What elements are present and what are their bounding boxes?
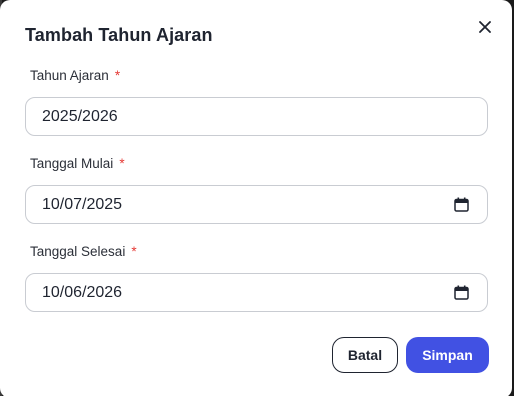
required-mark: * xyxy=(119,156,125,171)
tanggal-selesai-date-input[interactable]: 10/06/2026 xyxy=(25,273,488,312)
add-academic-year-modal: Tambah Tahun Ajaran Tahun Ajaran * 2025/2… xyxy=(0,0,512,396)
modal-title: Tambah Tahun Ajaran xyxy=(25,25,213,45)
close-icon xyxy=(479,21,491,33)
required-mark: * xyxy=(131,244,137,259)
tanggal-selesai-value: 10/06/2026 xyxy=(42,283,123,301)
tahun-ajaran-label-text: Tahun Ajaran xyxy=(30,68,109,83)
calendar-icon[interactable] xyxy=(454,197,469,212)
close-button[interactable] xyxy=(475,17,495,37)
tanggal-selesai-label-text: Tanggal Selesai xyxy=(30,244,126,259)
save-button[interactable]: Simpan xyxy=(406,337,489,373)
tahun-ajaran-label: Tahun Ajaran * xyxy=(30,68,120,83)
tanggal-mulai-date-input[interactable]: 10/07/2025 xyxy=(25,185,488,224)
tanggal-mulai-value: 10/07/2025 xyxy=(42,195,123,213)
cancel-button[interactable]: Batal xyxy=(332,337,398,373)
required-mark: * xyxy=(114,68,121,83)
calendar-icon[interactable] xyxy=(454,285,469,300)
tanggal-mulai-label: Tanggal Mulai * xyxy=(30,156,125,171)
tanggal-selesai-label: Tanggal Selesai * xyxy=(30,244,137,259)
tahun-ajaran-input[interactable]: 2025/2026 xyxy=(25,97,488,136)
tanggal-mulai-label-text: Tanggal Mulai xyxy=(30,156,114,171)
tahun-ajaran-value: 2025/2026 xyxy=(42,107,118,125)
